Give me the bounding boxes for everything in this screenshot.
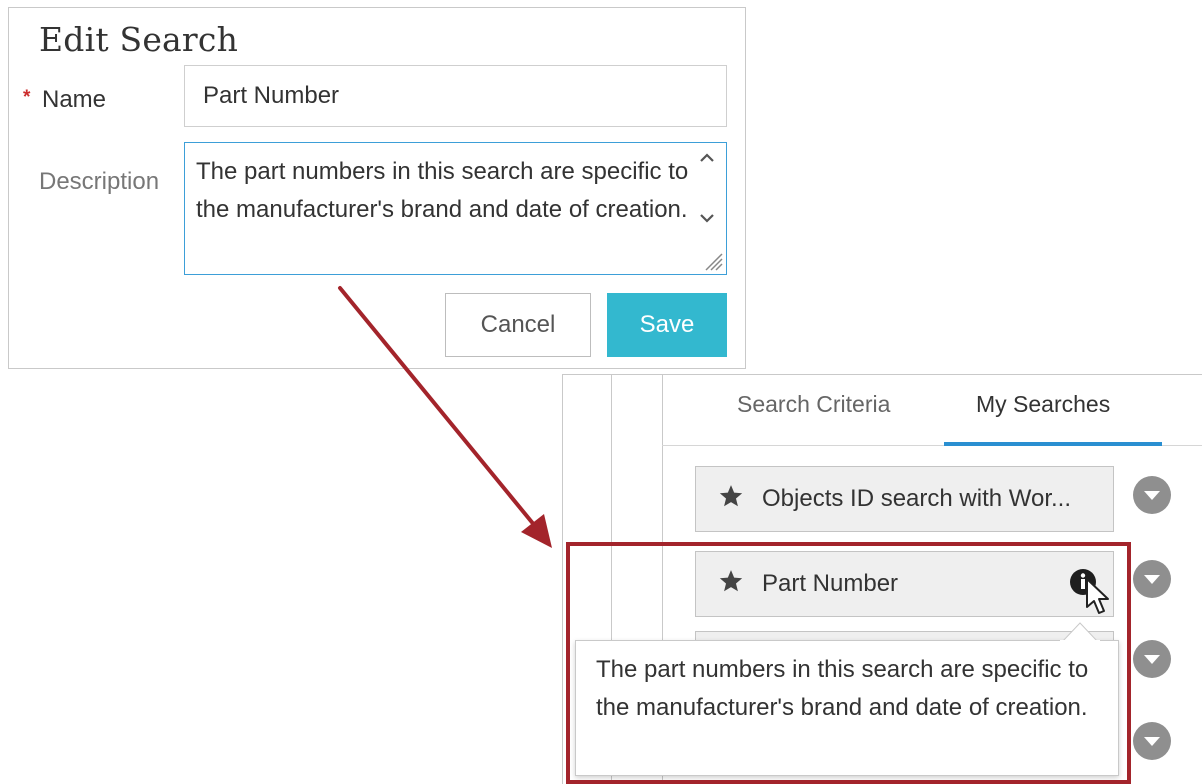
scroll-up-icon[interactable] (698, 149, 716, 167)
required-marker: * (23, 87, 31, 108)
chevron-down-icon[interactable] (1133, 476, 1171, 514)
saved-search-item[interactable]: Objects ID search with Wor... (695, 466, 1114, 532)
save-button[interactable]: Save (607, 293, 727, 357)
tab-search-criteria[interactable]: Search Criteria (737, 391, 890, 418)
tab-my-searches[interactable]: My Searches (976, 391, 1110, 418)
name-input[interactable]: Part Number (184, 65, 727, 127)
description-textarea[interactable]: The part numbers in this search are spec… (184, 142, 727, 275)
cancel-button[interactable]: Cancel (445, 293, 591, 357)
chevron-down-icon[interactable] (1133, 560, 1171, 598)
chevron-down-icon[interactable] (1133, 722, 1171, 760)
active-tab-indicator (944, 442, 1162, 446)
chevron-down-icon[interactable] (1133, 640, 1171, 678)
name-label: Name (42, 86, 107, 113)
description-text: The part numbers in this search are spec… (196, 158, 689, 223)
resize-grip-icon[interactable] (702, 250, 724, 272)
description-label: Description (39, 168, 160, 195)
saved-search-label: Objects ID search with Wor... (762, 485, 1071, 512)
annotation-highlight-box (566, 542, 1131, 784)
edit-search-dialog: Edit Search * Name Part Number Descripti… (8, 7, 746, 369)
scroll-down-icon[interactable] (698, 209, 716, 227)
dialog-title: Edit Search (39, 20, 239, 59)
star-icon[interactable] (718, 483, 744, 509)
